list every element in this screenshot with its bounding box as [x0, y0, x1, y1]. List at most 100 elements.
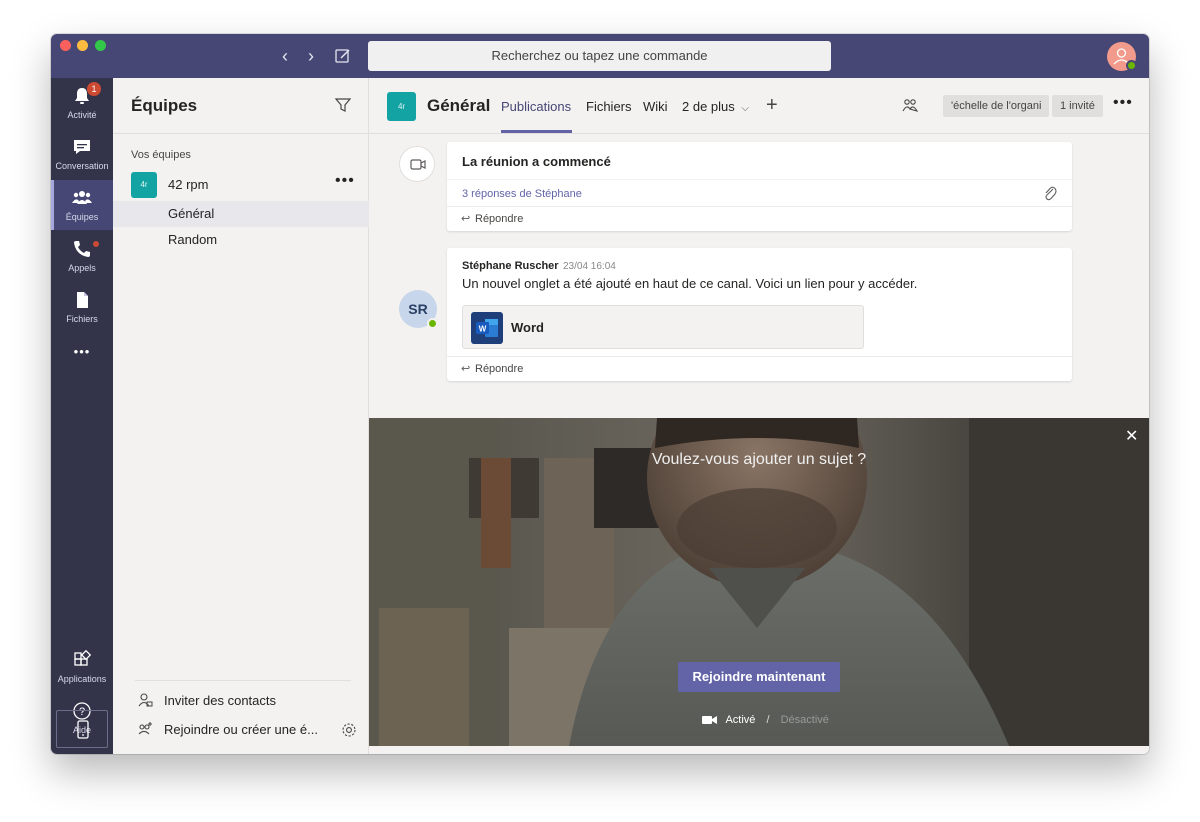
invite-icon	[138, 693, 153, 707]
teams-icon	[72, 191, 92, 204]
reply-arrow-icon: ↩	[461, 363, 471, 375]
app-teams-label: Équipes	[65, 212, 99, 222]
people-icon[interactable]	[902, 98, 919, 119]
activity-badge: 1	[87, 82, 101, 96]
meeting-subject-prompt[interactable]: Voulez-vous ajouter un sujet ?	[369, 451, 1149, 469]
camera-icon	[702, 716, 717, 725]
reply-arrow-icon: ↩	[461, 213, 471, 225]
tab-more[interactable]: 2 de plus ⌵	[682, 99, 749, 114]
search-input[interactable]: Recherchez ou tapez une commande	[368, 41, 831, 71]
reply-label: Répondre	[475, 363, 524, 375]
teams-panel-title: Équipes	[131, 96, 198, 115]
meeting-title: La réunion a commencé	[462, 154, 611, 169]
card-divider	[447, 179, 1072, 180]
tab-publications[interactable]: Publications	[501, 99, 571, 114]
svg-text:W: W	[479, 325, 487, 334]
meeting-card: La réunion a commencé 3 réponses de Stép…	[447, 142, 1072, 231]
invite-contacts-label: Inviter des contacts	[164, 693, 276, 708]
app-more[interactable]: •••	[51, 340, 113, 370]
team-avatar: 4r	[131, 172, 157, 198]
title-bar: ‹ › Recherchez ou tapez une commande	[51, 34, 1149, 78]
video-preview: Voulez-vous ajouter un sujet ? ✕ Rejoind…	[369, 418, 1149, 746]
app-bar: 1 Activité Conversation Équipes Appels F…	[51, 78, 113, 754]
app-applications[interactable]: Applications	[51, 642, 113, 692]
app-teams[interactable]: Équipes	[51, 180, 113, 230]
channel-main: 4r Général Publications Fichiers Wiki 2 …	[369, 78, 1149, 754]
message-body: Un nouvel onglet a été ajouté en haut de…	[462, 276, 918, 291]
gear-icon[interactable]	[341, 722, 357, 743]
presence-available-icon	[427, 318, 438, 329]
replies-link[interactable]: 3 réponses de Stéphane	[462, 188, 582, 200]
teams-window: ‹ › Recherchez ou tapez une commande 1 A…	[51, 34, 1149, 754]
team-more-options-icon[interactable]: •••	[335, 172, 355, 190]
window-close-button[interactable]	[60, 40, 71, 51]
message-timestamp: 23/04 16:04	[563, 261, 616, 272]
tab-more-label: 2 de plus	[682, 99, 735, 114]
add-tab-button[interactable]: +	[766, 94, 778, 117]
bottom-divider	[135, 680, 351, 681]
window-minimize-button[interactable]	[77, 40, 88, 51]
app-files-label: Fichiers	[66, 314, 98, 324]
join-now-button[interactable]: Rejoindre maintenant	[678, 662, 840, 692]
presence-available-icon	[1126, 60, 1137, 71]
tab-wiki[interactable]: Wiki	[643, 99, 668, 114]
app-calls-label: Appels	[68, 263, 96, 273]
paperclip-icon[interactable]	[1043, 185, 1057, 206]
meeting-icon-badge	[399, 146, 435, 182]
panel-divider	[113, 133, 369, 134]
reply-button[interactable]: ↩ Répondre	[461, 212, 523, 225]
channel-header: 4r Général Publications Fichiers Wiki 2 …	[369, 78, 1149, 134]
file-icon	[77, 292, 88, 308]
active-tab-indicator	[501, 130, 572, 133]
join-team-icon	[138, 722, 152, 735]
message-author: Stéphane Ruscher	[462, 260, 559, 272]
app-applications-label: Applications	[57, 674, 107, 684]
app-files[interactable]: Fichiers	[51, 282, 113, 332]
forward-arrow-icon[interactable]: ›	[301, 46, 321, 66]
mobile-phone-icon	[77, 720, 89, 739]
app-activity[interactable]: 1 Activité	[51, 78, 113, 128]
tab-files[interactable]: Fichiers	[586, 99, 632, 114]
team-item[interactable]: 4r 42 rpm •••	[113, 171, 369, 199]
calls-notification-dot	[93, 241, 99, 247]
message-card: Stéphane Ruscher 23/04 16:04 Un nouvel o…	[447, 248, 1072, 381]
teams-list-panel: Équipes Vos équipes 4r 42 rpm ••• Généra…	[113, 78, 369, 754]
channel-random[interactable]: Random	[113, 227, 369, 253]
invite-contacts-button[interactable]: Inviter des contacts	[113, 688, 369, 712]
chevron-down-icon: ⌵	[741, 103, 749, 114]
channel-general[interactable]: Général	[113, 201, 369, 227]
channel-team-avatar: 4r	[387, 92, 416, 121]
app-chat[interactable]: Conversation	[51, 129, 113, 179]
phone-icon	[74, 241, 90, 257]
team-name: 42 rpm	[168, 177, 209, 192]
close-icon[interactable]: ✕	[1125, 426, 1138, 446]
card-divider	[447, 356, 1072, 357]
camera-on-label[interactable]: Activé	[725, 714, 755, 726]
camera-off-label[interactable]: Désactivé	[781, 714, 829, 726]
guest-chip[interactable]: 1 invité	[1052, 95, 1103, 117]
app-calls[interactable]: Appels	[51, 231, 113, 281]
chat-icon	[74, 140, 90, 154]
app-chat-label: Conversation	[55, 161, 109, 171]
window-maximize-button[interactable]	[95, 40, 106, 51]
card-divider	[447, 206, 1072, 207]
more-dots-icon: •••	[73, 344, 91, 359]
org-wide-chip[interactable]: 'échelle de l'organi	[943, 95, 1050, 117]
compose-icon[interactable]	[334, 47, 352, 65]
file-name: Word	[511, 320, 544, 335]
video-camera-icon	[410, 159, 426, 170]
filter-icon[interactable]	[334, 97, 352, 118]
apps-icon	[74, 650, 92, 666]
channel-title: Général	[427, 96, 491, 115]
join-create-team-label: Rejoindre ou créer une é...	[164, 722, 318, 737]
file-attachment[interactable]: W Word	[462, 305, 864, 349]
back-arrow-icon[interactable]: ‹	[275, 46, 295, 66]
word-icon: W	[471, 312, 503, 344]
channel-more-options-icon[interactable]: •••	[1113, 94, 1133, 112]
join-create-team-button[interactable]: Rejoindre ou créer une é...	[113, 717, 369, 741]
mobile-app-button[interactable]	[56, 710, 108, 748]
app-activity-label: Activité	[67, 110, 97, 120]
camera-toggle[interactable]: Activé / Désactivé	[702, 714, 829, 726]
reply-label: Répondre	[475, 213, 524, 225]
reply-button[interactable]: ↩ Répondre	[461, 362, 523, 375]
